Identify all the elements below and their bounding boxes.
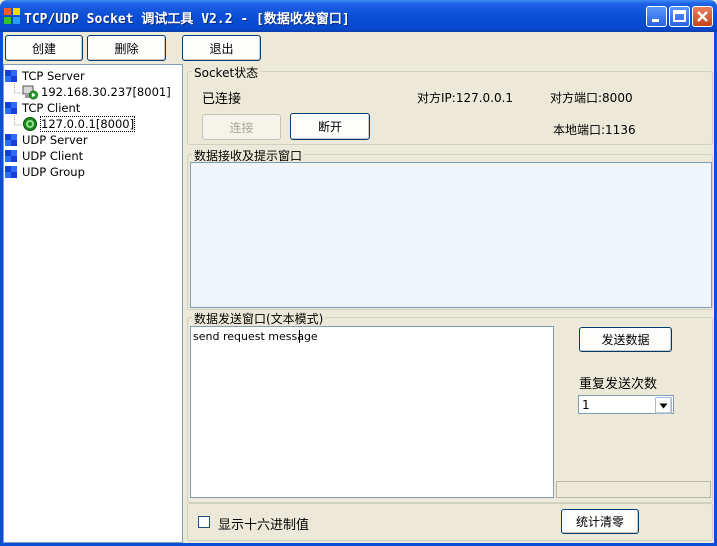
chevron-down-icon (659, 403, 668, 408)
tree-item-label: UDP Group (22, 165, 85, 179)
text-caret (299, 330, 300, 343)
tree-item-label: UDP Server (22, 133, 88, 147)
repeat-count-value: 1 (582, 398, 590, 412)
connect-button[interactable]: 连接 (202, 114, 281, 140)
server-group-icon (5, 134, 17, 146)
disconnect-button[interactable]: 断开 (290, 113, 370, 140)
tree-item-udp-client[interactable]: UDP Client (5, 148, 83, 164)
send-data-button[interactable]: 发送数据 (579, 327, 672, 352)
minimize-button[interactable] (646, 6, 667, 27)
exit-button[interactable]: 退出 (182, 35, 261, 61)
maximize-icon (673, 10, 686, 22)
close-button[interactable] (692, 6, 713, 27)
delete-button[interactable]: 删除 (87, 35, 166, 61)
dropdown-button[interactable] (655, 397, 672, 414)
hex-checkbox[interactable] (198, 516, 210, 528)
window-title: TCP/UDP Socket 调试工具 V2.2 - [数据收发窗口] (24, 12, 350, 27)
create-button[interactable]: 创建 (5, 35, 83, 61)
group-icon (5, 166, 17, 178)
tree-item-tcp-client-connection[interactable]: 127.0.0.1[8000] (22, 116, 136, 132)
receive-textarea[interactable] (190, 162, 712, 308)
tree-item-label: UDP Client (22, 149, 84, 163)
local-port: 本地端口:1136 (553, 123, 636, 137)
clear-stats-button[interactable]: 统计清零 (561, 509, 639, 534)
maximize-button[interactable] (669, 6, 690, 27)
app-icon (4, 8, 20, 24)
remote-port: 对方端口:8000 (550, 91, 633, 105)
tree-item-tcp-server[interactable]: TCP Server (5, 68, 85, 84)
server-group-icon (5, 70, 17, 82)
tree-item-label: TCP Server (22, 69, 85, 83)
socket-status-label: Socket状态 (192, 64, 261, 81)
socket-tree[interactable]: TCP Server 192.168.30.237[8001] TCP Clie… (3, 64, 183, 543)
computer-play-icon (22, 85, 38, 100)
tree-item-tcp-server-connection[interactable]: 192.168.30.237[8001] (22, 84, 171, 100)
status-field (556, 481, 711, 498)
connected-icon (23, 117, 37, 131)
send-group-label: 数据发送窗口(文本模式) (192, 310, 326, 327)
close-icon (697, 11, 708, 22)
remote-ip: 对方IP:127.0.0.1 (417, 91, 514, 105)
tree-item-label: 192.168.30.237[8001] (41, 85, 171, 99)
client-group-icon (5, 150, 17, 162)
repeat-count-label: 重复发送次数 (579, 377, 658, 392)
tree-item-udp-group[interactable]: UDP Group (5, 164, 85, 180)
connection-state: 已连接 (202, 92, 242, 107)
client-group-icon (5, 102, 17, 114)
tree-item-label: 127.0.0.1[8000] (39, 116, 136, 132)
repeat-count-select[interactable]: 1 (578, 395, 674, 414)
tree-item-udp-server[interactable]: UDP Server (5, 132, 88, 148)
tree-item-label: TCP Client (22, 101, 81, 115)
send-textarea[interactable]: send request message (190, 326, 554, 498)
tree-item-tcp-client[interactable]: TCP Client (5, 100, 80, 116)
minimize-icon (652, 19, 659, 22)
hex-checkbox-label: 显示十六进制值 (218, 518, 310, 533)
